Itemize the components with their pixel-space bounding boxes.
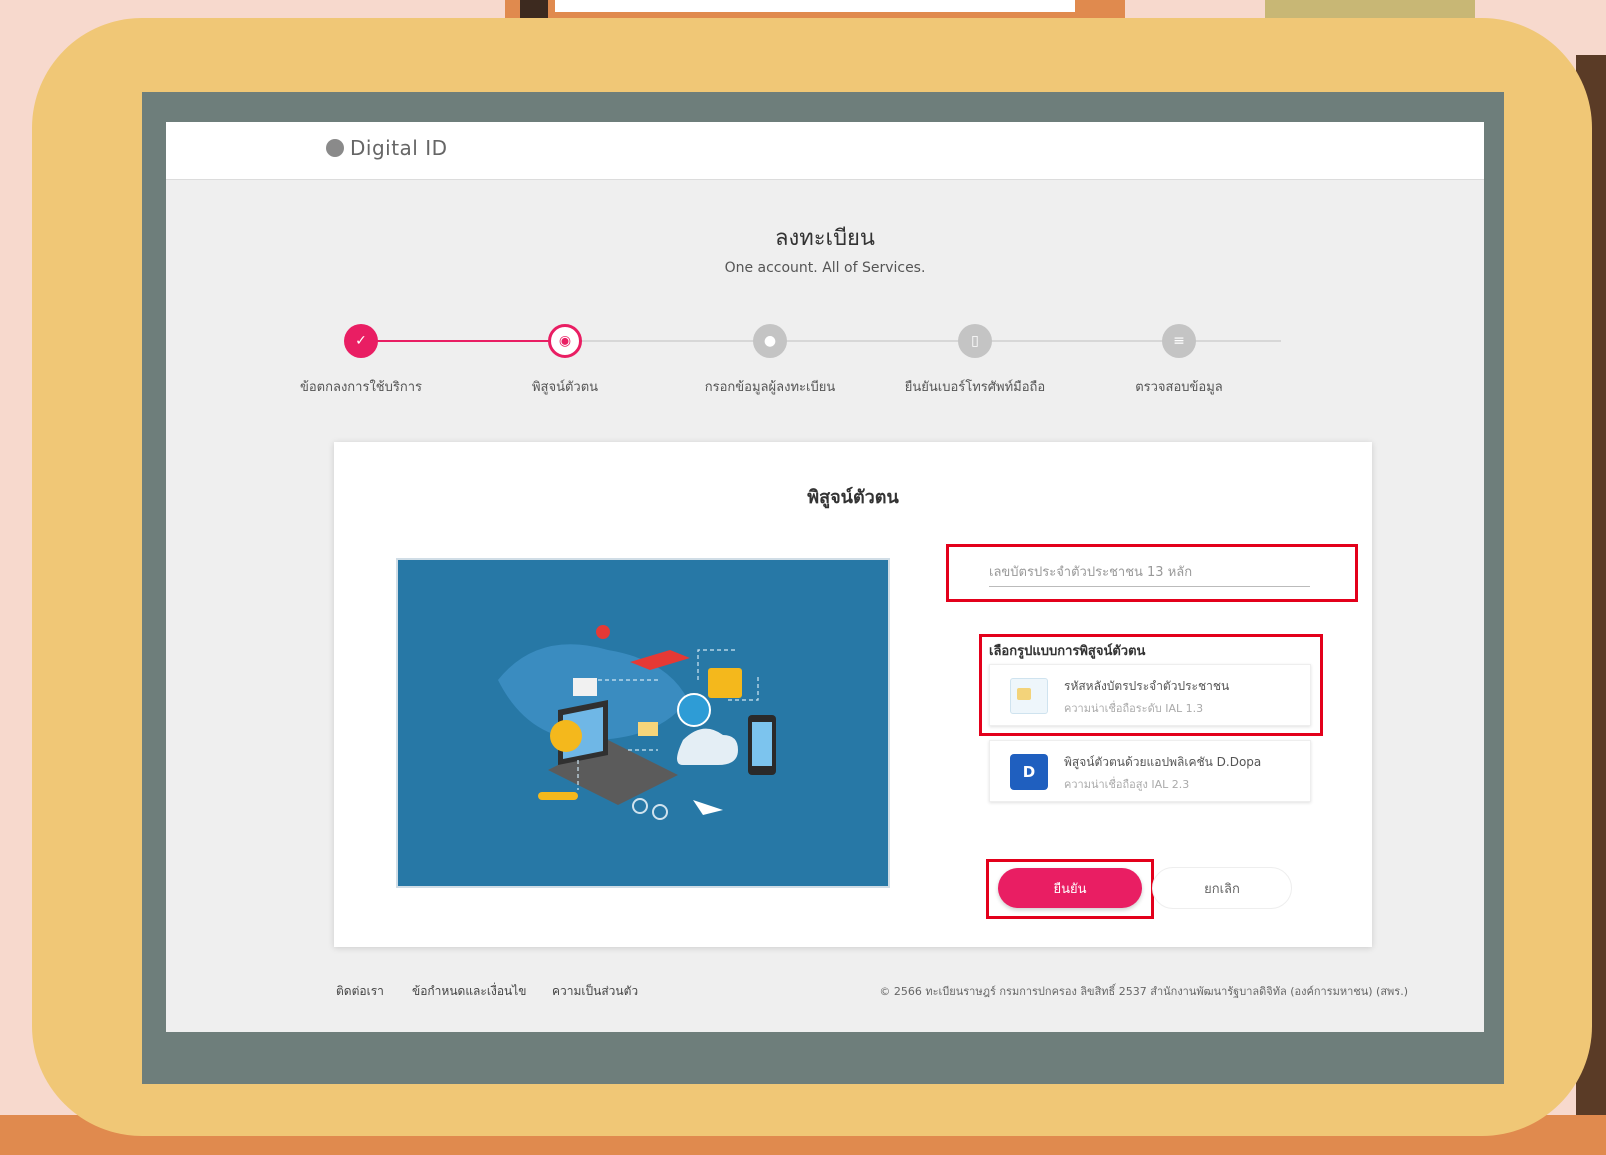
step-terms: ✓ ข้อตกลงการใช้บริการ [271,324,451,397]
page-subtitle: One account. All of Services. [724,260,926,276]
decorative-top-dark [520,0,548,18]
progress-stepper: ✓ ข้อตกลงการใช้บริการ ◉ พิสูจน์ตัวตน ● ก… [300,324,1281,404]
identity-card: พิสูจน์ตัวตน เลขบัตรประจำตัวประชาชน 13 ห… [334,442,1372,947]
step-label: ตรวจสอบข้อมูล [1135,380,1223,395]
step-review: ≡ ตรวจสอบข้อมูล [1089,324,1269,397]
user-icon: ● [753,324,787,358]
step-identity: ◉ พิสูจน์ตัวตน [475,324,655,397]
option-d-dopa-app[interactable]: D พิสูจน์ตัวตนด้วยแอปพลิเคชัน D.Dopa ควา… [989,740,1311,802]
option-title: รหัสหลังบัตรประจำตัวประชาชน [1064,679,1230,693]
option-title: พิสูจน์ตัวตนด้วยแอปพลิเคชัน D.Dopa [1064,755,1262,769]
card-title: พิสูจน์ตัวตน [807,487,899,508]
network-illustration-graphic [498,625,776,820]
review-icon: ≡ [1162,324,1196,358]
option-subtitle: ความน่าเชื่อถือระดับ IAL 1.3 [1064,702,1204,715]
decorative-top-strip [555,0,1075,12]
logo-icon [326,139,344,157]
confirm-button[interactable]: ยืนยัน [998,868,1142,908]
logo-text: Digital ID [350,136,448,160]
check-icon: ✓ [344,324,378,358]
phone-icon: ▯ [958,324,992,358]
dopa-app-icon: D [1010,754,1048,790]
step-label: ข้อตกลงการใช้บริการ [299,380,423,395]
top-navbar: Digital ID [166,122,1484,180]
footer-link-privacy[interactable]: ความเป็นส่วนตัว [552,982,638,1001]
option-id-card-laser-code[interactable]: รหัสหลังบัตรประจำตัวประชาชน ความน่าเชื่อ… [989,664,1311,726]
page-title: ลงทะเบียน [775,226,875,251]
browser-screen: Digital ID ลงทะเบียน One account. All of… [166,122,1484,1032]
step-label: กรอกข้อมูลผู้ลงทะเบียน [704,380,836,395]
logo[interactable]: Digital ID [326,136,448,160]
citizen-id-input[interactable] [989,559,1310,587]
step-phone: ▯ ยืนยันเบอร์โทรศัพท์มือถือ [885,324,1065,397]
cancel-button[interactable]: ยกเลิก [1152,867,1292,909]
step-label: ยืนยันเบอร์โทรศัพท์มือถือ [904,380,1046,395]
step-register-info: ● กรอกข้อมูลผู้ลงทะเบียน [680,324,860,397]
footer-link-contact[interactable]: ติดต่อเรา [336,982,384,1001]
id-card-icon [1010,678,1048,714]
network-illustration [396,558,890,888]
footer-link-terms[interactable]: ข้อกำหนดและเงื่อนไข [412,982,526,1001]
fingerprint-icon: ◉ [548,324,582,358]
footer-copyright: © 2566 ทะเบียนราษฎร์ กรมการปกครอง ลิขสิท… [879,985,1408,998]
id-input-highlight [946,544,1358,602]
method-title: เลือกรูปแบบการพิสูจน์ตัวตน [989,644,1146,659]
step-label: พิสูจน์ตัวตน [531,380,599,395]
footer: ติดต่อเรา ข้อกำหนดและเงื่อนไข ความเป็นส่… [166,982,1484,1006]
decorative-top-right [1265,0,1475,20]
option-subtitle: ความน่าเชื่อถือสูง IAL 2.3 [1064,778,1190,791]
